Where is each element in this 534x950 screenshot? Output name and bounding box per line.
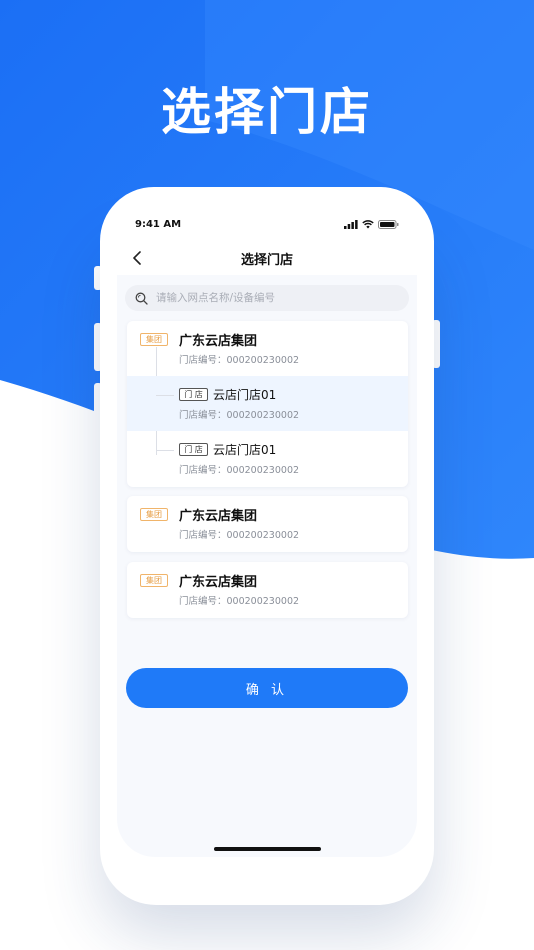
group-card: 集团 广东云店集团 门店编号：000200230002 门 店 云店门店01 门… bbox=[127, 321, 408, 487]
search-input[interactable] bbox=[156, 292, 396, 304]
search-bar[interactable] bbox=[125, 285, 409, 311]
battery-icon bbox=[378, 219, 399, 229]
group-name: 广东云店集团 bbox=[179, 509, 258, 524]
tree-branch bbox=[156, 450, 174, 451]
group-tag: 集团 bbox=[140, 333, 168, 346]
phone-frame: 9:41 AM 选择门店 请输入网点名称/设备编号 集团 广东云店集团 门店编号… bbox=[100, 187, 434, 875]
store-name: 云店门店01 bbox=[213, 443, 277, 457]
group-name: 广东云店集团 bbox=[179, 575, 258, 590]
hero-title: 选择门店 bbox=[161, 83, 373, 141]
group-card: 集团 广东云店集团 门店编号：000200230002 bbox=[127, 562, 408, 618]
confirm-button[interactable]: 确 认 bbox=[126, 668, 408, 708]
tree-branch bbox=[156, 395, 174, 396]
store-code: 门店编号：000200230002 bbox=[179, 465, 300, 476]
store-tag: 门 店 bbox=[179, 443, 208, 456]
status-icons bbox=[344, 219, 399, 229]
screen-content: 集团 广东云店集团 门店编号：000200230002 门 店 云店门店01 门… bbox=[117, 275, 417, 857]
store-name: 云店门店01 bbox=[213, 388, 277, 402]
group-tag: 集团 bbox=[140, 508, 168, 521]
nav-title: 选择门店 bbox=[240, 253, 293, 268]
cellular-signal-icon bbox=[344, 219, 358, 229]
nav-bar: 选择门店 bbox=[117, 245, 417, 271]
store-row[interactable]: 门 店 云店门店01 门店编号：000200230002 bbox=[127, 431, 408, 486]
store-row-selected[interactable]: 门 店 云店门店01 门店编号：000200230002 bbox=[127, 376, 408, 431]
group-code: 门店编号：000200230002 bbox=[179, 530, 300, 541]
store-code: 门店编号：000200230002 bbox=[179, 410, 300, 421]
group-name: 广东云店集团 bbox=[179, 334, 258, 349]
group-code: 门店编号：000200230002 bbox=[179, 355, 300, 366]
search-icon bbox=[135, 292, 148, 305]
home-indicator bbox=[214, 847, 321, 851]
group-row[interactable]: 集团 广东云店集团 门店编号：000200230002 bbox=[127, 562, 408, 617]
group-row[interactable]: 集团 广东云店集团 门店编号：000200230002 bbox=[127, 496, 408, 551]
group-card: 集团 广东云店集团 门店编号：000200230002 bbox=[127, 496, 408, 552]
wifi-icon bbox=[362, 219, 374, 228]
status-bar: 9:41 AM bbox=[135, 217, 399, 231]
store-tag: 门 店 bbox=[179, 388, 208, 401]
status-time: 9:41 AM bbox=[135, 218, 182, 230]
group-tag: 集团 bbox=[140, 574, 168, 587]
group-code: 门店编号：000200230002 bbox=[179, 596, 300, 607]
group-row[interactable]: 集团 广东云店集团 门店编号：000200230002 bbox=[127, 321, 408, 376]
